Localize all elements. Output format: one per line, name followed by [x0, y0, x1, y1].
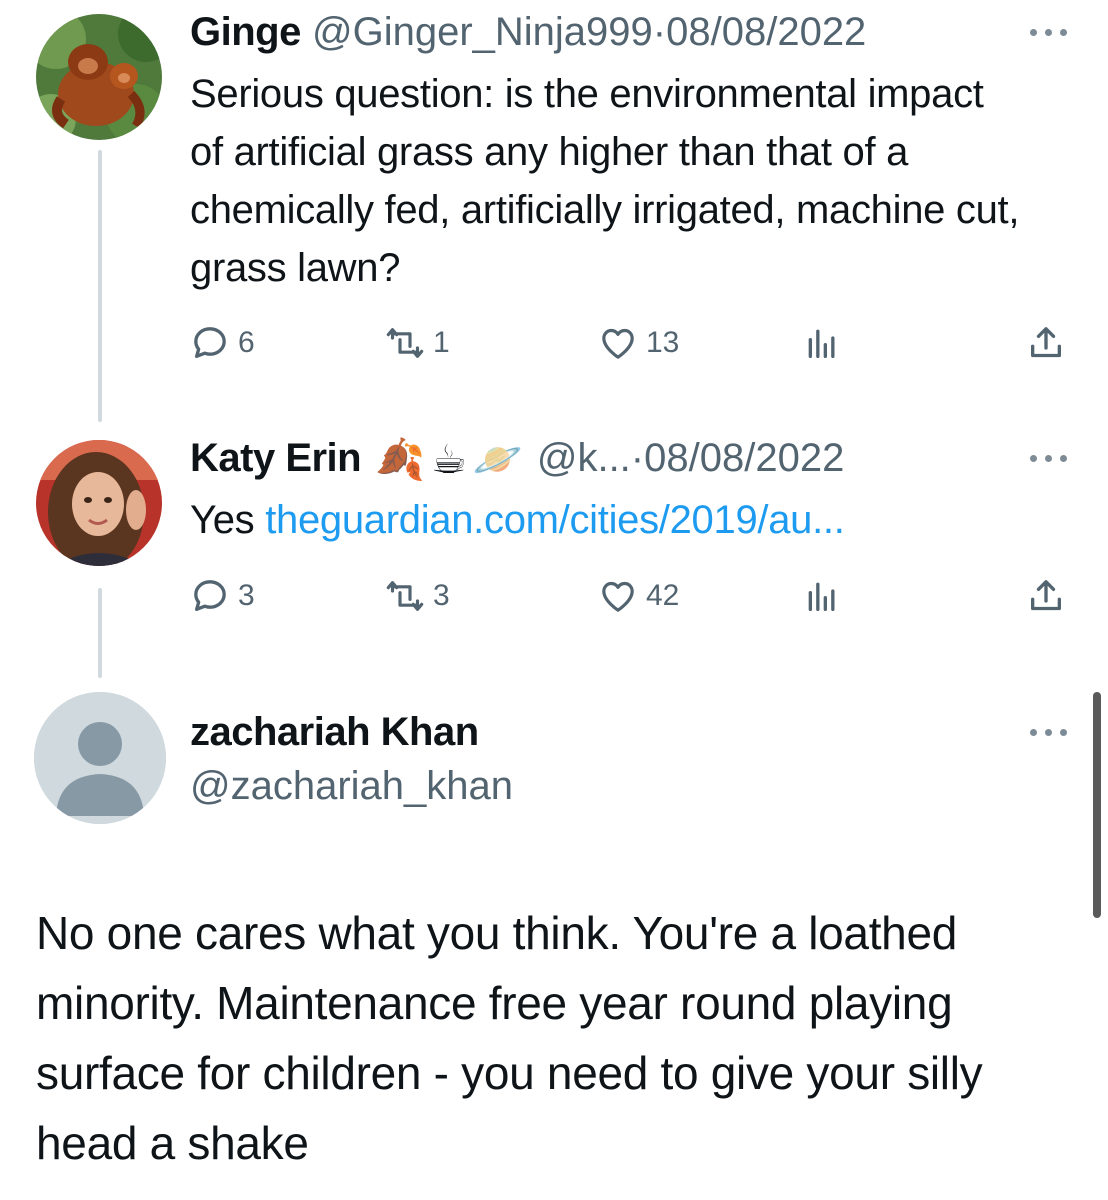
thread-connector-line — [98, 150, 102, 422]
like-count: 42 — [646, 579, 680, 612]
share-button[interactable] — [1026, 574, 1074, 618]
tweet-actions: 3 3 42 — [190, 574, 1070, 618]
share-button[interactable] — [1026, 321, 1074, 365]
reply-header: zachariah Khan — [190, 708, 479, 756]
retweet-button[interactable]: 1 — [385, 321, 450, 365]
tweet-header: Katy Erin 🍂 ☕ 🪐 @k...·08/08/2022 — [190, 434, 844, 484]
tweet-date[interactable]: 08/08/2022 — [644, 436, 844, 480]
default-avatar-icon[interactable] — [34, 692, 166, 824]
retweet-button[interactable]: 3 — [385, 574, 450, 618]
retweet-icon — [386, 328, 424, 358]
article-link[interactable]: theguardian.com/cities/2019/au... — [265, 498, 845, 542]
like-button[interactable]: 13 — [598, 321, 679, 365]
reply-button[interactable]: 6 — [190, 321, 255, 365]
views-button[interactable] — [802, 574, 850, 618]
separator-dot: · — [652, 10, 667, 54]
fallen-leaf-emoji-icon: 🍂 — [375, 438, 426, 483]
retweet-count: 3 — [433, 579, 450, 612]
tweet-text-prefix: Yes — [190, 498, 255, 542]
share-icon — [1031, 327, 1061, 358]
views-button[interactable] — [802, 321, 850, 365]
speech-bubble-icon — [194, 580, 226, 611]
tweet-header: Ginge @Ginger_Ninja999·08/08/2022 — [190, 8, 866, 56]
more-dots-icon[interactable] — [1030, 26, 1070, 38]
heart-icon — [602, 328, 634, 359]
scrollbar[interactable] — [1093, 692, 1101, 918]
like-count: 13 — [646, 326, 680, 359]
avatar-orangutan[interactable] — [36, 14, 162, 140]
tweet-actions: 6 1 13 — [190, 321, 1070, 365]
reply-button[interactable]: 3 — [190, 574, 255, 618]
bar-chart-icon — [808, 582, 835, 611]
user-handle[interactable]: @zachariah_khan — [190, 764, 513, 809]
tweet-text: Yes theguardian.com/cities/2019/au... — [190, 491, 1020, 549]
display-name[interactable]: zachariah Khan — [190, 710, 479, 754]
retweet-count: 1 — [433, 326, 450, 359]
like-button[interactable]: 42 — [598, 574, 679, 618]
heart-icon — [602, 581, 634, 612]
more-dots-icon[interactable] — [1030, 726, 1070, 738]
user-handle[interactable]: @Ginger_Ninja999 — [312, 10, 653, 54]
avatar-katy-erin[interactable] — [36, 440, 162, 566]
more-dots-icon[interactable] — [1030, 452, 1070, 464]
planet-emoji-icon: 🪐 — [472, 438, 523, 483]
display-name[interactable]: Katy Erin — [190, 436, 362, 480]
user-handle[interactable]: @k... — [537, 436, 631, 480]
thread-connector-line — [98, 588, 102, 678]
tweet-text: Serious question: is the environmental i… — [190, 72, 1020, 290]
bar-chart-icon — [808, 329, 835, 358]
share-icon — [1031, 580, 1061, 611]
separator-dot: · — [630, 436, 645, 480]
tweet-date[interactable]: 08/08/2022 — [666, 10, 866, 54]
speech-bubble-icon — [194, 327, 226, 358]
reply-count: 3 — [238, 579, 255, 612]
coffee-emoji-icon: ☕ — [431, 438, 467, 483]
display-name[interactable]: Ginge — [190, 10, 301, 54]
retweet-icon — [386, 581, 424, 611]
reply-count: 6 — [238, 326, 255, 359]
conversation-thread: Ginge @Ginger_Ninja999·08/08/2022 Seriou… — [0, 0, 1108, 1200]
reply-text: No one cares what you think. You're a lo… — [36, 907, 983, 1169]
